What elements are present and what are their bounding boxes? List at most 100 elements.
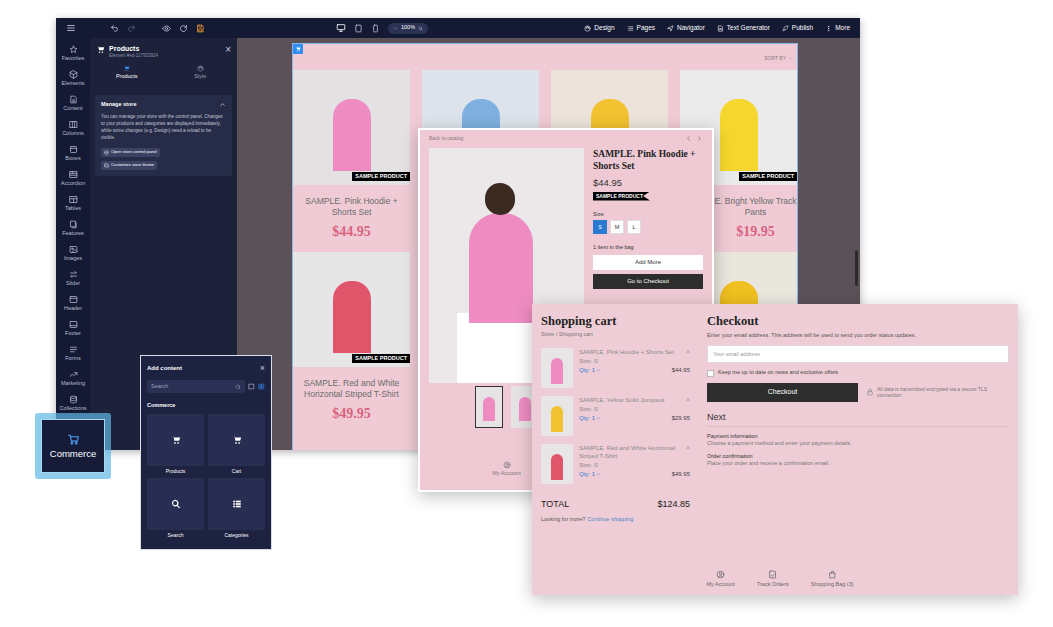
checkout-button[interactable]: Checkout xyxy=(707,383,858,402)
qty-select[interactable]: Qty: 1 xyxy=(579,367,601,373)
toolbar-button[interactable]: Publish xyxy=(782,25,813,32)
zoom-value: 100% xyxy=(401,25,415,31)
sidebar-item[interactable]: Footer xyxy=(56,316,90,341)
close-button[interactable]: × xyxy=(260,364,265,373)
size-options: SML xyxy=(593,220,703,234)
store-button[interactable]: Customize store theme xyxy=(101,161,157,170)
desktop-icon[interactable] xyxy=(336,23,346,33)
chevron-down-icon xyxy=(596,416,601,421)
item-name[interactable]: SAMPLE. Pink Hoodie + Shorts Set xyxy=(579,348,674,356)
toolbar-button[interactable]: Navigator xyxy=(667,25,705,32)
close-button[interactable]: × xyxy=(225,45,231,55)
sidebar-item[interactable]: Accordion xyxy=(56,166,90,191)
save-icon[interactable] xyxy=(196,24,205,33)
sidebar-label: Forms xyxy=(65,356,81,362)
thumbnail[interactable] xyxy=(475,386,503,428)
section-header[interactable]: Manage store xyxy=(101,101,226,108)
size-option[interactable]: S xyxy=(593,220,607,234)
footer-label: Shopping Bag (3) xyxy=(811,582,854,588)
content-tile[interactable]: Categories xyxy=(208,478,265,538)
footer-link[interactable]: Shopping Bag (3) xyxy=(811,570,854,588)
photo-figure xyxy=(469,213,533,323)
section-buttons: Open store control panel Customize store … xyxy=(101,148,226,170)
back-link[interactable]: Back to catalog xyxy=(429,136,463,141)
item-bottom: Qty: 1$44.95 xyxy=(579,367,690,373)
footer-label: My Account xyxy=(706,582,734,588)
item-size: Size: S xyxy=(579,406,690,412)
tile-box xyxy=(208,414,265,466)
chevron-up-icon[interactable] xyxy=(219,101,226,108)
sample-badge: SAMPLE PRODUCT xyxy=(593,192,650,201)
menu-icon[interactable] xyxy=(66,23,76,33)
sidebar-item[interactable]: Slider xyxy=(56,266,90,291)
remove-button[interactable]: × xyxy=(686,396,690,403)
toolbar-button[interactable]: Pages xyxy=(627,25,655,32)
newsletter-option[interactable]: Keep me up to date on news and exclusive… xyxy=(707,370,1009,377)
list-view-icon[interactable] xyxy=(248,383,255,390)
scrollbar[interactable] xyxy=(855,250,858,286)
sidebar-item[interactable]: Forms xyxy=(56,341,90,366)
product-card[interactable]: SAMPLE PRODUCTSAMPLE. Red and White Hori… xyxy=(293,252,410,423)
newsletter-checkbox[interactable] xyxy=(707,370,714,377)
table-icon xyxy=(69,195,78,204)
toolbar-label: Pages xyxy=(637,25,655,32)
tablet-icon[interactable] xyxy=(354,24,363,33)
content-tile[interactable]: Cart xyxy=(208,414,265,474)
product-title[interactable]: SAMPLE. Red and White Horizontal Striped… xyxy=(293,378,410,400)
chevron-left-icon[interactable] xyxy=(685,135,692,142)
redo-icon[interactable] xyxy=(127,24,136,33)
account-link[interactable]: My Account xyxy=(492,461,520,477)
footer-link[interactable]: Track Orders xyxy=(757,570,789,588)
tab-label: Style xyxy=(194,74,206,80)
chevron-right-icon[interactable] xyxy=(696,135,703,142)
sidebar-item[interactable]: Marketing xyxy=(56,366,90,391)
email-input[interactable] xyxy=(707,345,1009,363)
button-label: Customize store theme xyxy=(111,163,154,167)
item-name[interactable]: SAMPLE. Yellow Solid Jumpsuit xyxy=(579,396,664,404)
qty-label: Qty: 1 xyxy=(579,367,595,373)
sidebar-item[interactable]: Tables xyxy=(56,191,90,216)
sidebar-item[interactable]: Boxes xyxy=(56,141,90,166)
phone-icon[interactable] xyxy=(371,24,380,33)
product-card[interactable]: SAMPLE PRODUCTSAMPLE. Pink Hoodie + Shor… xyxy=(293,70,410,241)
qty-select[interactable]: Qty: 1 xyxy=(579,415,601,421)
selection-marker[interactable] xyxy=(293,44,303,54)
undo-icon[interactable] xyxy=(110,24,119,33)
toolbar-button[interactable]: More xyxy=(825,25,850,32)
qty-select[interactable]: Qty: 1 xyxy=(579,471,601,477)
sidebar-label: Columns xyxy=(62,131,84,137)
sidebar-item[interactable]: Header xyxy=(56,291,90,316)
sidebar-item[interactable]: Elements xyxy=(56,66,90,91)
sort-control[interactable]: SORT BY xyxy=(293,52,797,64)
zoom-control[interactable]: 100% xyxy=(388,23,428,34)
remove-button[interactable]: × xyxy=(686,444,690,451)
toolbar-button[interactable]: Design xyxy=(584,25,614,32)
sidebar-item[interactable]: Features xyxy=(56,216,90,241)
size-option[interactable]: M xyxy=(610,220,624,234)
add-more-button[interactable]: Add More xyxy=(593,255,703,270)
content-tile[interactable]: Search xyxy=(147,478,204,538)
sidebar-item[interactable]: Columns xyxy=(56,116,90,141)
product-price: $44.95 xyxy=(593,178,703,188)
content-tile[interactable]: Products xyxy=(147,414,204,474)
size-option[interactable]: L xyxy=(627,220,641,234)
item-name[interactable]: SAMPLE. Red and White Horizontal Striped… xyxy=(579,444,683,460)
footer-link[interactable]: My Account xyxy=(706,570,734,588)
remove-button[interactable]: × xyxy=(686,348,690,355)
breadcrumb[interactable]: Store / Shopping cart xyxy=(541,332,690,338)
panel-tab[interactable]: Style xyxy=(164,65,238,84)
sidebar-item[interactable]: Content xyxy=(56,91,90,116)
search-input[interactable] xyxy=(151,382,233,390)
store-button[interactable]: Open store control panel xyxy=(101,148,160,157)
continue-link[interactable]: Continue shopping xyxy=(587,517,633,523)
product-title[interactable]: SAMPLE. Pink Hoodie + Shorts Set xyxy=(293,196,410,218)
sidebar-item[interactable]: Favorites xyxy=(56,41,90,66)
refresh-icon[interactable] xyxy=(179,24,188,33)
panel-tab[interactable]: Products xyxy=(90,65,164,84)
grid-view-icon[interactable] xyxy=(258,383,265,390)
toolbar-button[interactable]: Text Generator xyxy=(717,25,770,32)
preview-icon[interactable] xyxy=(162,24,171,33)
sidebar-item[interactable]: Images xyxy=(56,241,90,266)
commerce-button[interactable]: Commerce xyxy=(41,419,105,473)
checkout-button[interactable]: Go to Checkout xyxy=(593,274,703,289)
